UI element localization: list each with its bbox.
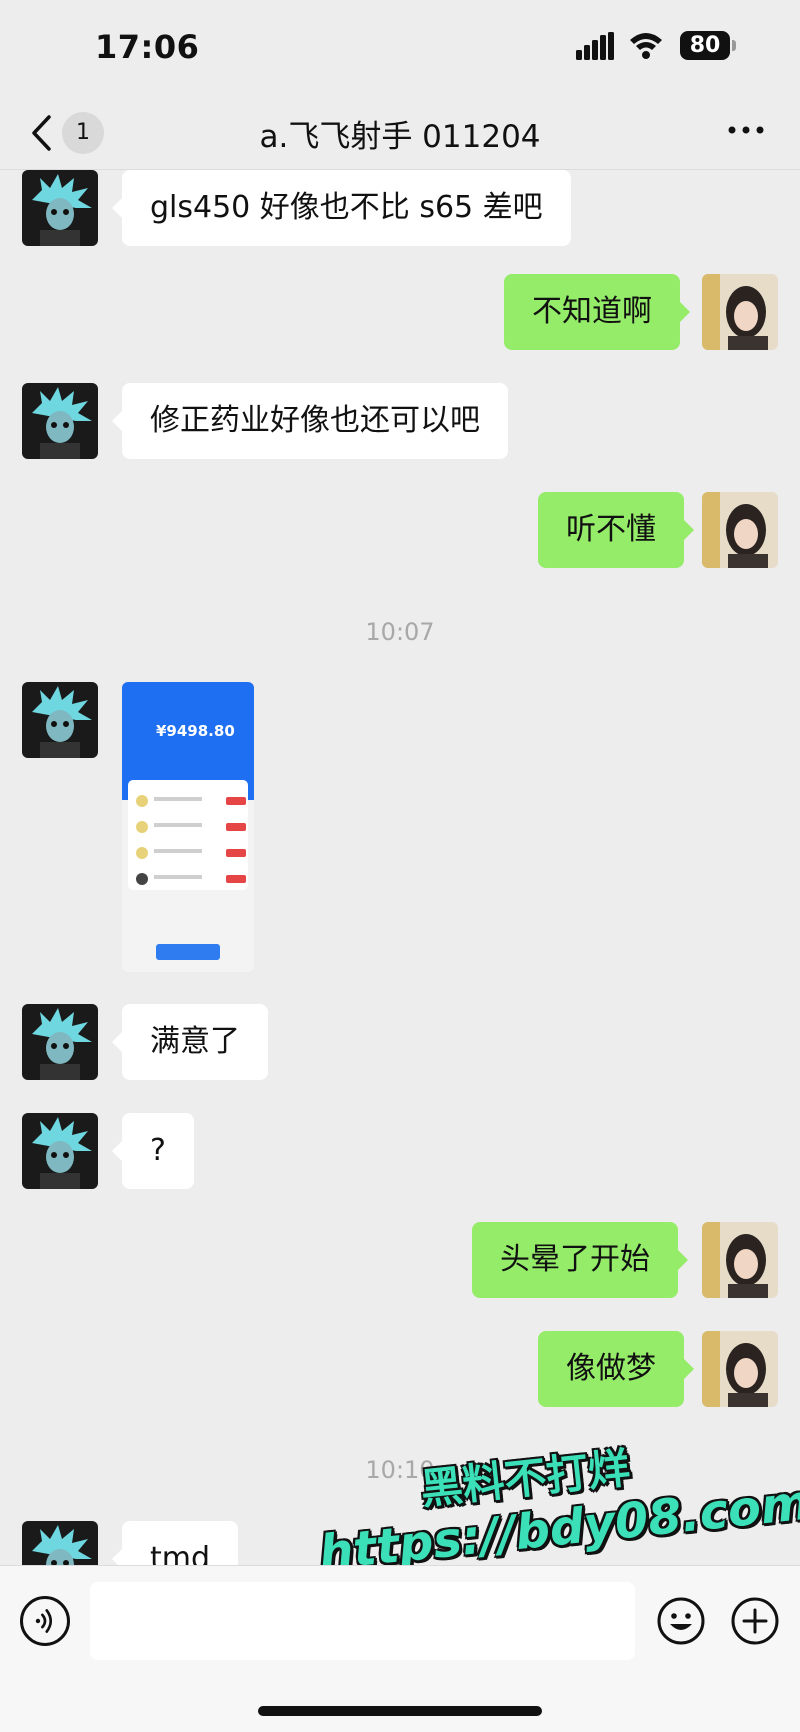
contact-avatar[interactable]: [22, 383, 98, 459]
status-bar: 17:06 80: [0, 0, 800, 95]
outgoing-message[interactable]: 像做梦: [538, 1331, 694, 1407]
outgoing-message[interactable]: 不知道啊: [504, 274, 690, 350]
image-row: [136, 846, 246, 860]
incoming-message[interactable]: gls450 好像也不比 s65 差吧: [112, 170, 571, 246]
contact-avatar[interactable]: [22, 1113, 98, 1189]
contact-avatar[interactable]: [22, 1521, 98, 1565]
message-list[interactable]: gls450 好像也不比 s65 差吧 不知道啊 修正药业好像也还可以吧 听不懂…: [0, 170, 800, 1565]
contact-avatar[interactable]: [22, 1004, 98, 1080]
input-bar: [0, 1565, 800, 1732]
chat-title: a.飞飞射手 011204: [259, 119, 541, 155]
outgoing-message[interactable]: 头晕了开始: [472, 1222, 688, 1298]
contact-avatar[interactable]: [22, 170, 98, 246]
battery-indicator: 80: [680, 31, 730, 60]
incoming-message[interactable]: tmd: [111, 1521, 239, 1565]
voice-icon[interactable]: [20, 1596, 70, 1646]
image-message[interactable]: ¥9498.80: [122, 682, 254, 972]
contact-avatar[interactable]: [22, 682, 98, 758]
user-avatar[interactable]: [702, 1331, 778, 1407]
message-timestamp: 10:10: [365, 1456, 435, 1484]
more-horizontal-icon[interactable]: [726, 120, 766, 140]
outgoing-message[interactable]: 听不懂: [538, 492, 694, 568]
message-input[interactable]: [90, 1582, 635, 1660]
image-row: [136, 872, 246, 886]
emoji-icon[interactable]: [656, 1596, 706, 1646]
incoming-message[interactable]: 修正药业好像也还可以吧: [112, 383, 508, 459]
user-avatar[interactable]: [702, 1222, 778, 1298]
image-button: [156, 944, 220, 960]
image-row: [136, 794, 246, 808]
user-avatar[interactable]: [702, 274, 778, 350]
incoming-message[interactable]: ?: [112, 1113, 194, 1189]
plus-icon[interactable]: [730, 1596, 780, 1646]
wifi-icon: [630, 33, 662, 59]
home-indicator: [258, 1706, 542, 1716]
battery-cap: [732, 40, 736, 51]
status-time: 17:06: [95, 28, 200, 66]
message-timestamp: 10:07: [365, 618, 435, 646]
image-card: [128, 780, 248, 890]
chat-header: 1 a.飞飞射手 011204: [0, 95, 800, 170]
user-avatar[interactable]: [702, 492, 778, 568]
image-row: [136, 820, 246, 834]
signal-icon: [576, 32, 614, 60]
incoming-message[interactable]: 满意了: [112, 1004, 268, 1080]
image-amount-text: ¥9498.80: [156, 722, 235, 740]
